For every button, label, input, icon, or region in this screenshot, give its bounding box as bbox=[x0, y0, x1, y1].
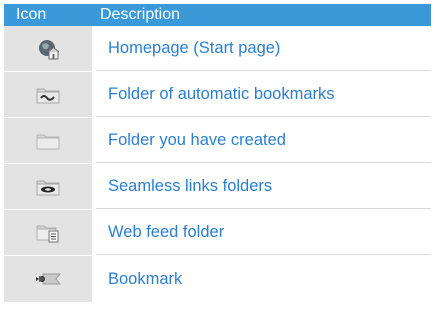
homepage-globe-icon bbox=[37, 38, 59, 60]
icon-cell bbox=[4, 72, 96, 117]
icon-cell bbox=[4, 118, 96, 163]
seamless-links-folder-icon bbox=[36, 178, 60, 196]
icon-cell bbox=[4, 164, 96, 209]
icon-cell bbox=[4, 210, 96, 255]
table-row: Web feed folder bbox=[4, 210, 431, 256]
table-row: Seamless links folders bbox=[4, 164, 431, 210]
icon-cell bbox=[4, 256, 96, 302]
icon-description-table: Icon Description Homepage (Start page) F… bbox=[4, 4, 431, 302]
row-description: Folder of automatic bookmarks bbox=[96, 72, 431, 117]
header-icon-column: Icon bbox=[16, 6, 47, 23]
header-description-column: Description bbox=[100, 6, 181, 23]
row-description: Web feed folder bbox=[96, 210, 431, 255]
automatic-bookmarks-folder-icon bbox=[36, 86, 60, 104]
created-folder-icon bbox=[36, 132, 60, 150]
icon-cell bbox=[4, 26, 96, 71]
row-description: Homepage (Start page) bbox=[96, 26, 431, 71]
table-row: Folder you have created bbox=[4, 118, 431, 164]
table-row: Bookmark bbox=[4, 256, 431, 302]
table-header: Icon Description bbox=[4, 4, 431, 26]
table-row: Folder of automatic bookmarks bbox=[4, 72, 431, 118]
table-row: Homepage (Start page) bbox=[4, 26, 431, 72]
row-description: Folder you have created bbox=[96, 118, 431, 163]
row-description: Seamless links folders bbox=[96, 164, 431, 209]
row-description: Bookmark bbox=[108, 269, 183, 288]
bookmark-icon bbox=[35, 271, 61, 287]
web-feed-folder-icon bbox=[36, 223, 60, 243]
